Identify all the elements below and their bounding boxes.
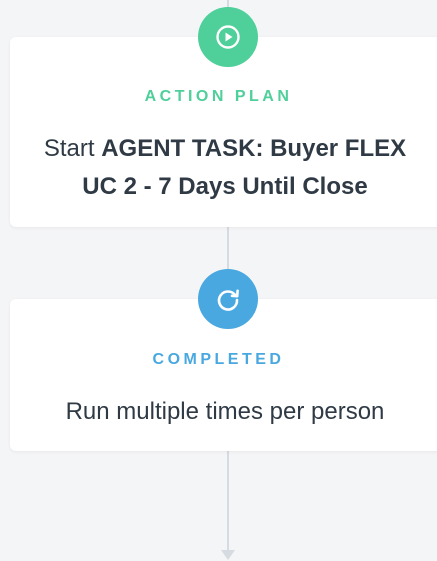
step-description-prefix: Start — [43, 135, 102, 162]
step-action-plan-name-line-1: AGENT TASK: Buyer FLEX — [101, 135, 407, 162]
step-description: Run multiple times per person — [65, 398, 385, 425]
step-type-label: COMPLETED — [152, 351, 285, 368]
step-node-action-plan[interactable] — [198, 7, 258, 67]
connector-line-bottom — [227, 451, 229, 551]
play-icon — [216, 25, 240, 49]
step-node-completed[interactable] — [198, 269, 258, 329]
step-type-label: ACTION PLAN — [144, 88, 293, 105]
step-description: Start AGENT TASK: Buyer FLEX UC 2 - 7 Da… — [0, 130, 437, 206]
step-action-plan-name-line-2: UC 2 - 7 Days Until Close — [82, 173, 368, 200]
connector-line-middle — [227, 227, 229, 272]
refresh-icon — [217, 289, 239, 311]
connector-arrow-down — [221, 550, 235, 560]
workflow-canvas: ACTION PLAN Start AGENT TASK: Buyer FLEX… — [0, 0, 437, 561]
